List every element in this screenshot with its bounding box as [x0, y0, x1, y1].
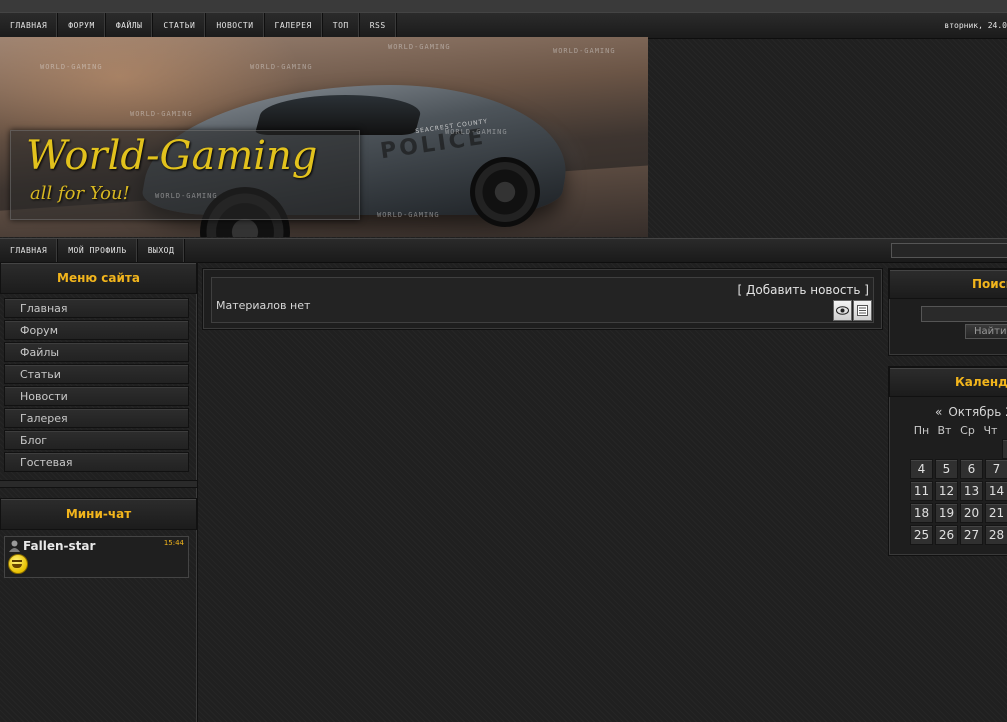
calendar-week: 11 12 13 14 — [910, 481, 1007, 501]
view-mode-buttons — [832, 300, 872, 321]
topnav-forum[interactable]: форум — [58, 13, 106, 38]
add-news-link[interactable]: [ Добавить новость ] — [738, 283, 869, 297]
news-block-inner: [ Добавить новость ] Материалов нет — [211, 277, 874, 323]
topnav-rss[interactable]: rss — [360, 13, 397, 38]
subnav-my-profile[interactable]: мой профиль — [58, 239, 138, 262]
calendar-day[interactable]: 18 — [910, 503, 933, 523]
site-menu-title: Меню сайта — [0, 262, 197, 294]
menu-item-gallery[interactable]: Галерея — [4, 408, 189, 428]
menu-item-news[interactable]: Новости — [4, 386, 189, 406]
topnav-articles[interactable]: статьи — [153, 13, 207, 38]
calendar-day[interactable]: 5 — [935, 459, 958, 479]
calendar-day[interactable]: 6 — [960, 459, 983, 479]
main-content: [ Добавить новость ] Материалов нет — [202, 268, 883, 330]
site-logo-title: World-Gaming — [26, 133, 318, 179]
watermark: world-gaming — [388, 43, 451, 51]
weekday-label: Ср — [960, 424, 975, 437]
top-navigation: главная форум файлы статьи новости галер… — [0, 12, 1007, 39]
quick-search-input[interactable] — [891, 243, 1007, 258]
watermark: world-gaming — [445, 128, 508, 136]
calendar-day[interactable]: 21 — [985, 503, 1007, 523]
search-input[interactable] — [921, 306, 1007, 322]
calendar-day[interactable]: 28 — [985, 525, 1007, 545]
calendar-grid: 4 5 6 7 11 12 13 14 18 19 20 21 25 26 27… — [910, 459, 1007, 547]
banner-wheel-rear — [470, 157, 540, 227]
list-icon[interactable] — [853, 300, 872, 321]
watermark: world-gaming — [130, 110, 193, 118]
calendar-weekdays: Пн Вт Ср Чт — [910, 424, 1002, 437]
weekday-label: Вт — [937, 424, 952, 437]
mini-chat-message: Fallen-star 15:44 — [4, 536, 189, 578]
topnav-files[interactable]: файлы — [106, 13, 154, 38]
calendar-day[interactable]: 11 — [910, 481, 933, 501]
menu-item-guestbook[interactable]: Гостевая — [4, 452, 189, 472]
calendar-day[interactable]: 13 — [960, 481, 983, 501]
watermark: world-gaming — [377, 211, 440, 219]
menu-item-articles[interactable]: Статьи — [4, 364, 189, 384]
news-block: [ Добавить новость ] Материалов нет — [202, 268, 883, 330]
calendar-day[interactable]: 12 — [935, 481, 958, 501]
menu-item-blog[interactable]: Блог — [4, 430, 189, 450]
calendar-day[interactable]: 14 — [985, 481, 1007, 501]
site-menu: Главная Форум Файлы Статьи Новости Галер… — [0, 294, 197, 478]
topnav-home[interactable]: главная — [0, 13, 59, 38]
calendar-month-label: Октябрь 2 — [948, 405, 1007, 419]
calendar-day[interactable]: 26 — [935, 525, 958, 545]
header-banner: SEACREST COUNTY POLICE World-Gaming all … — [0, 37, 648, 237]
smiley-icon — [8, 554, 28, 574]
calendar-week: 25 26 27 28 — [910, 525, 1007, 545]
list-icon-glyph — [857, 305, 868, 316]
calendar-month: « Октябрь 2 — [935, 405, 1007, 419]
weekday-label: Пн — [913, 424, 930, 437]
calendar-day[interactable] — [1002, 439, 1007, 459]
calendar-day[interactable]: 7 — [985, 459, 1007, 479]
chat-timestamp: 15:44 — [163, 539, 184, 547]
search-button[interactable]: Найти — [965, 324, 1007, 339]
chat-username[interactable]: Fallen-star — [23, 539, 95, 553]
current-date: вторник, 24.0 — [944, 21, 1007, 30]
subnav-logout[interactable]: выход — [138, 239, 186, 262]
menu-item-forum[interactable]: Форум — [4, 320, 189, 340]
watermark: world-gaming — [40, 63, 103, 71]
calendar-day[interactable]: 25 — [910, 525, 933, 545]
calendar-week: 18 19 20 21 — [910, 503, 1007, 523]
subnav-home[interactable]: главная — [0, 239, 59, 262]
user-icon — [9, 540, 20, 552]
calendar-day[interactable]: 27 — [960, 525, 983, 545]
search-title: Поиск — [889, 269, 1007, 299]
site-logo-subtitle: all for You! — [30, 183, 130, 204]
site-menu-footer — [0, 480, 197, 488]
topnav-news[interactable]: новости — [206, 13, 265, 38]
left-sidebar: Меню сайта Главная Форум Файлы Статьи Но… — [0, 262, 198, 722]
watermark: world-gaming — [155, 192, 218, 200]
topnav-gallery[interactable]: галерея — [265, 13, 323, 38]
watermark: world-gaming — [553, 47, 616, 55]
topnav-top[interactable]: топ — [323, 13, 360, 38]
calendar-day[interactable]: 20 — [960, 503, 983, 523]
weekday-label: Чт — [983, 424, 998, 437]
user-navigation: главная мой профиль выход — [0, 238, 1007, 263]
calendar-title: Календарь — [889, 367, 1007, 397]
menu-item-files[interactable]: Файлы — [4, 342, 189, 362]
calendar-week: 4 5 6 7 — [910, 459, 1007, 479]
calendar-day[interactable]: 19 — [935, 503, 958, 523]
eye-icon[interactable] — [833, 300, 852, 321]
empty-message: Материалов нет — [216, 299, 311, 312]
eye-icon-glyph — [836, 306, 849, 315]
calendar-prev-button[interactable]: « — [935, 405, 942, 419]
menu-item-home[interactable]: Главная — [4, 298, 189, 318]
watermark: world-gaming — [250, 63, 313, 71]
mini-chat-title: Мини-чат — [0, 498, 197, 530]
calendar-day[interactable]: 4 — [910, 459, 933, 479]
